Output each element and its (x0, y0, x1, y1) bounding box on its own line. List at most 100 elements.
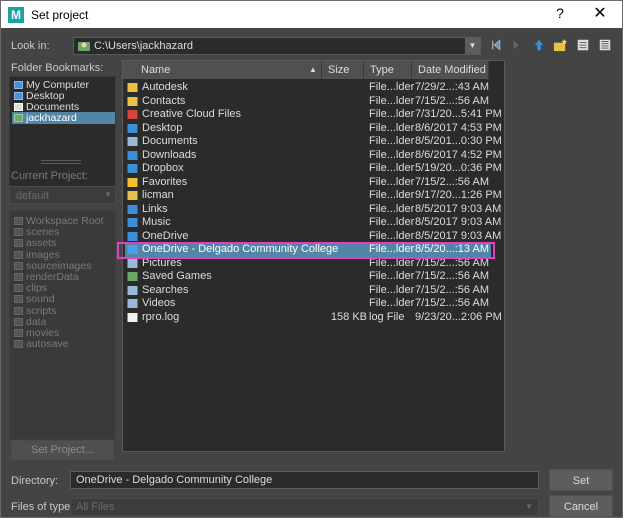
workspace-item-label: Workspace Root (26, 215, 104, 227)
look-in-path: C:\Users\jackhazard (94, 40, 194, 52)
column-header-modified[interactable]: Date Modified (412, 61, 489, 79)
chevron-down-icon: ▼ (104, 190, 112, 199)
file-row[interactable]: rpro.log 158 KB log File 9/23/20...2:06 PM (125, 310, 502, 325)
forward-icon (509, 38, 525, 54)
scrollbar[interactable] (508, 60, 516, 452)
file-type: File...lder (369, 148, 415, 161)
folder-icon (127, 177, 138, 187)
file-name: Searches (142, 283, 189, 296)
workspace-item-label: sound (26, 293, 55, 306)
folder-icon (127, 218, 138, 227)
file-name: Music (142, 216, 171, 228)
file-type: File...lder (369, 94, 415, 107)
cancel-button[interactable]: Cancel (549, 495, 613, 517)
workspace-item: renderData (14, 271, 79, 283)
file-name: Favorites (142, 175, 188, 188)
column-header-type[interactable]: Type (364, 61, 412, 79)
set-button[interactable]: Set (549, 469, 613, 491)
file-row[interactable]: Documents File...lder 8/5/201...0:30 PM (125, 135, 502, 149)
workspace-item-label: movies (26, 327, 60, 339)
directory-input[interactable]: OneDrive - Delgado Community College (70, 471, 539, 489)
file-type: File...lder (369, 135, 415, 147)
workspace-item: assets (14, 237, 56, 249)
bookmark-jackhazard[interactable]: jackhazard (12, 112, 115, 124)
file-date: 7/15/2...:56 AM (415, 94, 489, 107)
file-type: File...lder (369, 202, 415, 215)
title-bar: M Set project ? ✕ (0, 0, 623, 28)
folder-icon (127, 123, 138, 133)
folder-icon (127, 299, 138, 308)
file-name: licman (142, 189, 174, 201)
file-date: 7/31/20...5:41 PM (415, 108, 502, 120)
workspace-item: scenes (14, 226, 59, 238)
file-row[interactable]: Searches File...lder 7/15/2...:56 AM (125, 284, 491, 298)
file-date: 8/5/2017 9:03 AM (415, 216, 502, 228)
column-header-name[interactable]: Name ▲ (123, 61, 322, 79)
file-row[interactable]: OneDrive File...lder 8/5/2017 9:03 AM (125, 230, 501, 244)
workspace-item-label: renderData (26, 271, 79, 283)
help-button[interactable]: ? (550, 5, 570, 21)
file-row[interactable]: Downloads File...lder 8/6/2017 4:52 PM (125, 148, 502, 163)
files-of-type-value: All Files (76, 501, 115, 513)
file-type: File...lder (369, 216, 415, 228)
desktop-icon (14, 92, 23, 100)
new-folder-icon[interactable] (552, 38, 568, 54)
current-project-combo: default ▼ (9, 186, 116, 204)
look-in-label: Look in: (11, 40, 50, 52)
file-type: File...lder (369, 270, 415, 282)
workspace-item: movies (14, 327, 59, 339)
look-in-combo[interactable]: C:\Users\jackhazard ▼ (73, 37, 481, 55)
window-title: Set project (31, 8, 89, 22)
file-row[interactable]: Music File...lder 8/5/2017 9:03 AM (125, 216, 501, 230)
splitter-handle[interactable] (41, 160, 81, 164)
file-row[interactable]: Links File...lder 8/5/2017 9:03 AM (125, 202, 501, 217)
file-date: 5/19/20...0:36 PM (415, 162, 502, 174)
back-icon[interactable] (489, 38, 505, 54)
file-row[interactable]: Videos File...lder 7/15/2...:56 AM (125, 297, 491, 311)
folder-icon (127, 191, 138, 200)
folder-icon (14, 239, 23, 248)
list-view-icon[interactable] (575, 38, 591, 54)
file-row[interactable]: Favorites File...lder 7/15/2...:56 AM (125, 176, 491, 190)
file-name: rpro.log (142, 310, 180, 323)
folder-icon (127, 137, 138, 146)
file-date: 8/5/2017 9:03 AM (415, 229, 502, 242)
folder-icon (127, 164, 138, 173)
file-name: Saved Games (142, 270, 212, 282)
file-row[interactable]: Contacts File...lder 7/15/2...:56 AM (125, 95, 491, 109)
workspace-item: images (14, 249, 60, 261)
file-row[interactable]: Dropbox File...lder 5/19/20...0:36 PM (125, 162, 502, 176)
file-row[interactable]: Creative Cloud Files File...lder 7/31/20..… (125, 108, 502, 122)
file-row[interactable]: Saved Games File...lder 7/15/2...:56 AM (125, 270, 491, 284)
file-row[interactable]: Desktop File...lder 8/6/2017 4:53 PM (125, 121, 502, 136)
user-folder-icon (14, 114, 23, 122)
file-type: File...lder (369, 108, 415, 120)
file-row[interactable]: Autodesk File...lder 7/29/2...:43 AM (125, 81, 491, 95)
folder-icon (127, 96, 138, 106)
folder-icon (14, 306, 23, 315)
column-label: Type (370, 64, 394, 76)
user-folder-icon (78, 42, 90, 51)
detail-view-icon[interactable] (597, 38, 613, 54)
file-type: File...lder (369, 162, 415, 174)
workspace-item-label: scripts (26, 304, 57, 317)
directory-label: Directory: (11, 475, 59, 487)
close-button[interactable]: ✕ (590, 3, 610, 23)
file-name: Desktop (142, 121, 183, 134)
sort-asc-icon: ▲ (309, 65, 317, 74)
file-date: 7/29/2...:43 AM (415, 81, 489, 93)
file-name: Dropbox (142, 162, 184, 174)
folder-icon (14, 217, 23, 225)
file-type: File...lder (369, 297, 415, 309)
file-date: 9/23/20...2:06 PM (415, 310, 502, 323)
up-folder-icon[interactable] (531, 38, 547, 54)
folder-icon (127, 83, 138, 92)
workspace-item-label: scenes (26, 226, 60, 239)
file-date: 7/15/2...:56 AM (415, 283, 489, 296)
chevron-down-icon[interactable]: ▼ (465, 38, 480, 54)
file-row[interactable]: licman File...lder 9/17/20...1:26 PM (125, 189, 502, 203)
column-header-size[interactable]: Size (322, 61, 364, 79)
workspace-item: sound (14, 293, 55, 305)
file-date: 8/5/201...0:30 PM (415, 135, 502, 147)
folder-icon (127, 204, 138, 214)
